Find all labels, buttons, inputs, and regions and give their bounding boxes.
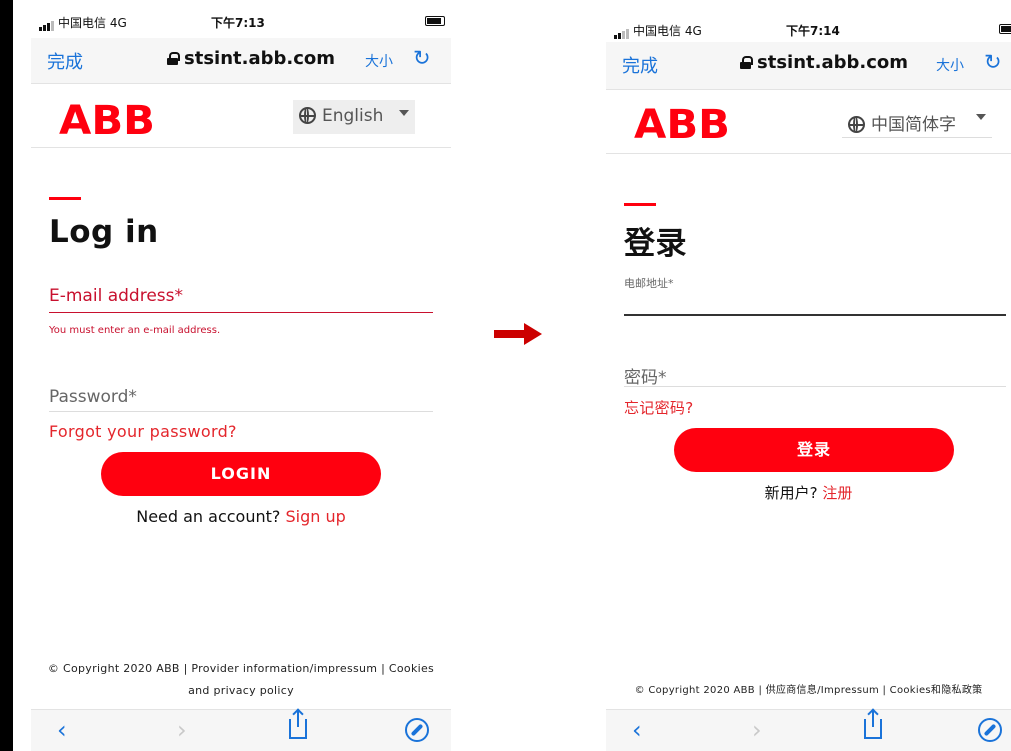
login-button[interactable]: 登录 [674, 428, 954, 472]
signup-line: Need an account? Sign up [136, 507, 346, 526]
safari-toolbar: ‹ › [606, 709, 1011, 751]
left-edge-bar [0, 0, 13, 751]
footer: © Copyright 2020 ABB | Provider informat… [31, 658, 451, 702]
safari-address-bar: 完成 stsint.abb.com 大小 ↻ [31, 38, 451, 84]
password-field[interactable]: Password* [49, 387, 137, 407]
title-accent-line [624, 203, 656, 206]
forward-icon[interactable]: › [177, 716, 187, 744]
email-underline [624, 314, 1006, 316]
lock-icon [740, 56, 753, 69]
done-button[interactable]: 完成 [622, 52, 658, 78]
back-icon[interactable]: ‹ [632, 716, 642, 744]
site-header: ABB 中国简体字 [606, 90, 1011, 154]
status-bar: 中国电信 4G 下午7:14 [606, 22, 1011, 42]
carrier-label: 中国电信 4G [39, 14, 127, 31]
footer-privacy-line[interactable]: and privacy policy [31, 680, 451, 702]
signal-icon [39, 17, 55, 31]
share-icon[interactable] [289, 711, 307, 739]
password-underline [624, 386, 1006, 387]
phone-screenshot-chinese: 中国电信 4G 下午7:14 完成 stsint.abb.com 大小 ↻ AB… [606, 0, 1011, 751]
back-icon[interactable]: ‹ [57, 716, 67, 744]
chevron-down-icon [976, 114, 986, 120]
text-size-button[interactable]: 大小 [936, 55, 964, 75]
footer: © Copyright 2020 ABB | 供应商信息/Impressum |… [606, 680, 1011, 702]
email-error-message: You must enter an e-mail address. [49, 325, 221, 336]
reload-icon[interactable]: ↻ [413, 46, 431, 70]
compass-icon[interactable] [978, 718, 1002, 742]
carrier-label: 中国电信 4G [614, 22, 702, 39]
login-button[interactable]: LOGIN [101, 452, 381, 496]
svg-text:ABB: ABB [59, 98, 155, 138]
abb-logo: ABB [59, 98, 155, 138]
title-accent-line [49, 197, 81, 200]
text-size-button[interactable]: 大小 [365, 51, 393, 71]
footer-copyright-line[interactable]: © Copyright 2020 ABB | 供应商信息/Impressum |… [606, 680, 1011, 702]
lock-icon [167, 52, 180, 65]
battery-icon [999, 24, 1011, 34]
signal-icon [614, 25, 630, 39]
forgot-password-link[interactable]: Forgot your password? [49, 422, 237, 441]
reload-icon[interactable]: ↻ [984, 50, 1002, 74]
language-select[interactable]: 中国简体字 [842, 104, 992, 138]
share-icon[interactable] [864, 711, 882, 739]
language-select[interactable]: English [293, 100, 415, 134]
safari-address-bar: 完成 stsint.abb.com 大小 ↻ [606, 42, 1011, 90]
clock: 下午7:13 [211, 16, 265, 30]
arrow-right-icon [494, 323, 542, 345]
page-title: Log in [49, 214, 159, 250]
signup-link[interactable]: Sign up [285, 507, 345, 526]
clock: 下午7:14 [786, 24, 840, 38]
signup-link[interactable]: 注册 [822, 484, 852, 502]
email-field[interactable]: 电邮地址* [624, 275, 674, 291]
url-field[interactable]: stsint.abb.com [740, 52, 908, 73]
email-underline [49, 312, 433, 313]
phone-screenshot-english: 中国电信 4G 下午7:13 完成 stsint.abb.com 大小 ↻ AB… [31, 0, 451, 751]
email-field[interactable]: E-mail address* [49, 286, 183, 306]
url-field[interactable]: stsint.abb.com [167, 48, 335, 69]
footer-copyright-line[interactable]: © Copyright 2020 ABB | Provider informat… [31, 658, 451, 680]
site-header: ABB English [31, 86, 451, 148]
safari-toolbar: ‹ › [31, 709, 451, 751]
done-button[interactable]: 完成 [47, 48, 83, 74]
abb-logo: ABB [634, 102, 730, 142]
svg-text:ABB: ABB [634, 102, 730, 142]
password-field[interactable]: 密码* [624, 363, 667, 388]
signup-line: 新用户? 注册 [764, 484, 853, 502]
chevron-down-icon [399, 110, 409, 116]
status-bar: 中国电信 4G 下午7:13 [31, 14, 451, 34]
forgot-password-link[interactable]: 忘记密码? [624, 397, 693, 418]
compass-icon[interactable] [405, 718, 429, 742]
password-underline [49, 411, 433, 412]
battery-icon [425, 16, 445, 26]
globe-icon [299, 107, 316, 124]
forward-icon[interactable]: › [752, 716, 762, 744]
page-title: 登录 [624, 226, 687, 262]
globe-icon [848, 116, 865, 133]
